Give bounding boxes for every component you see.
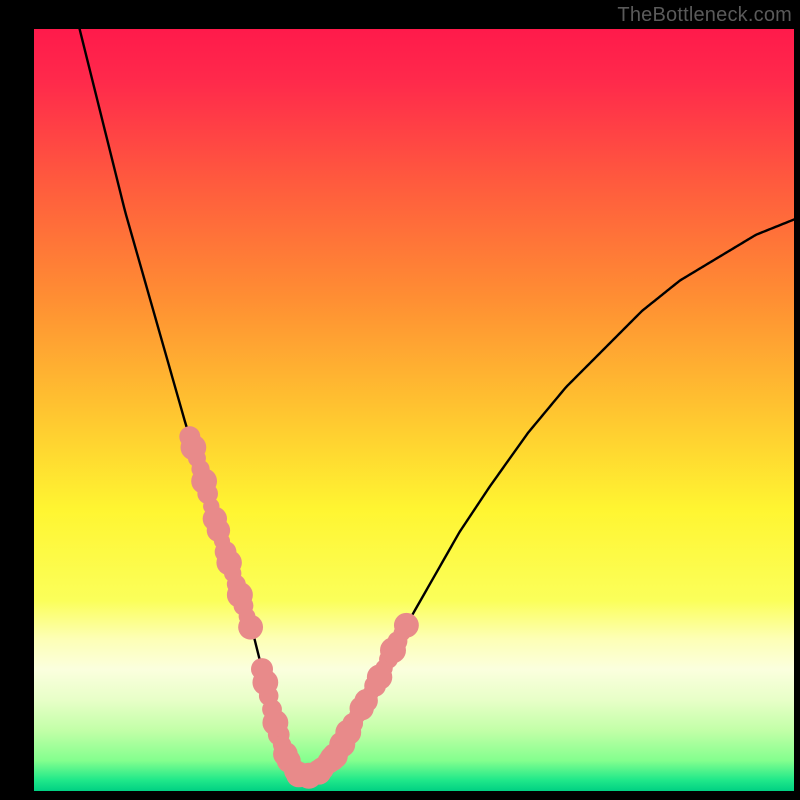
chart-svg	[0, 0, 800, 800]
plot-background	[34, 29, 794, 791]
chart-container: TheBottleneck.com	[0, 0, 800, 800]
watermark-text: TheBottleneck.com	[617, 4, 792, 27]
